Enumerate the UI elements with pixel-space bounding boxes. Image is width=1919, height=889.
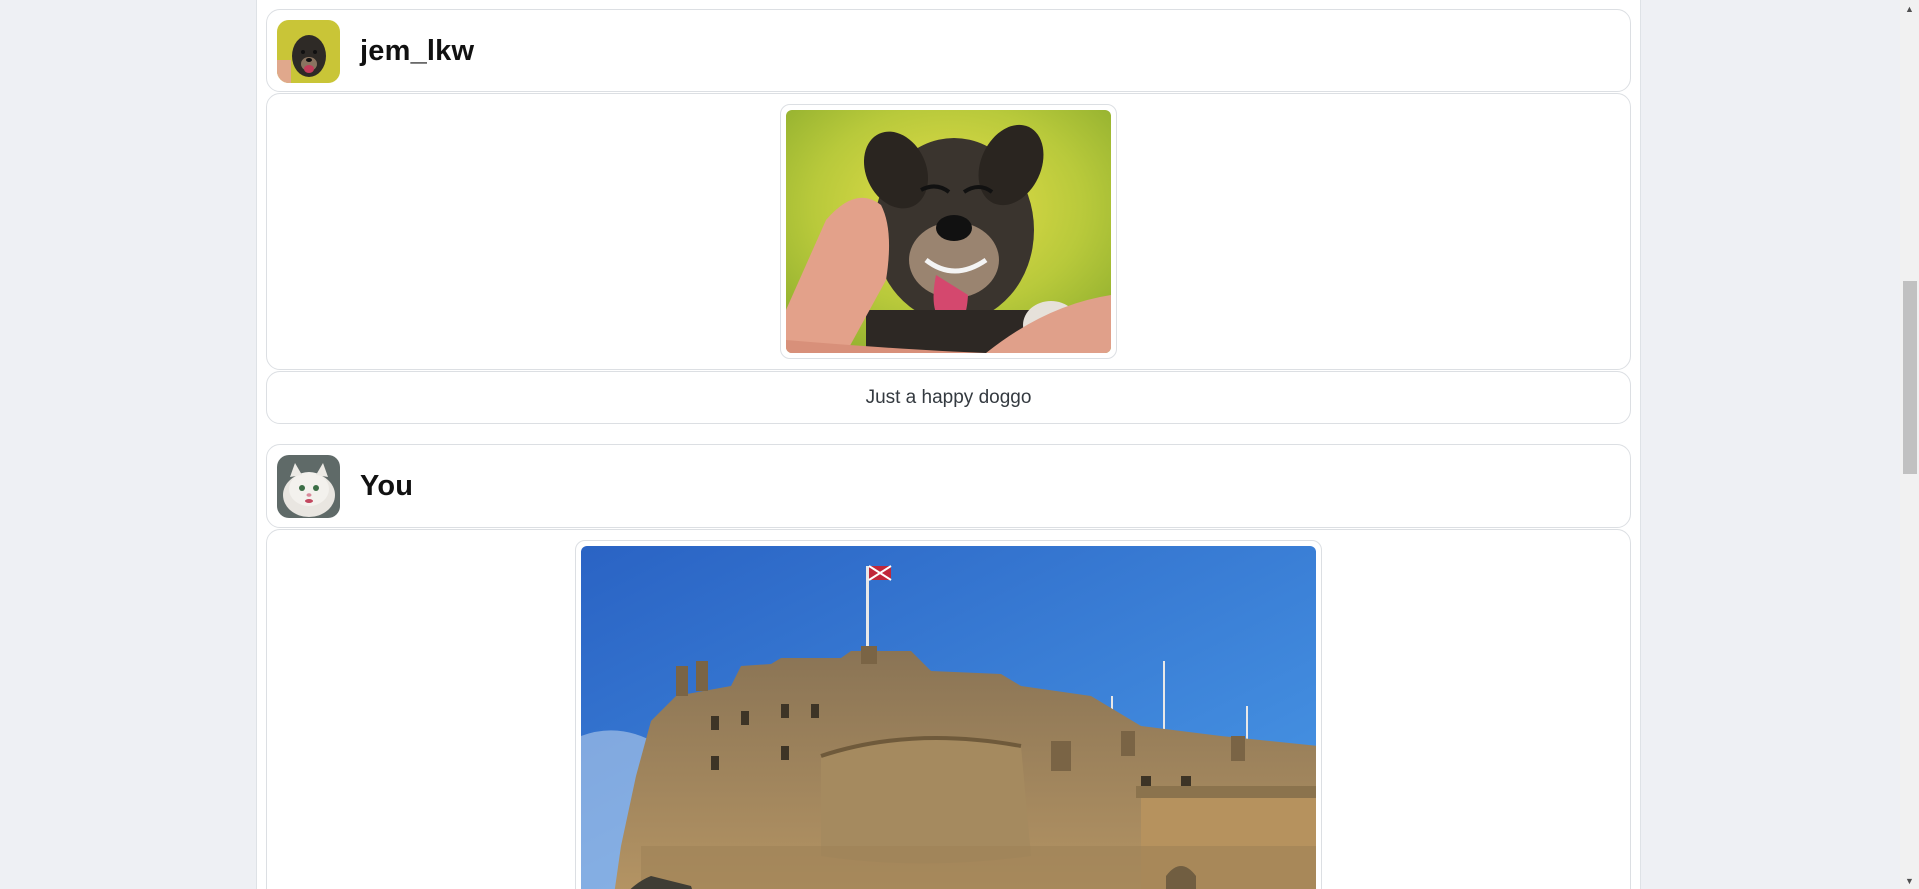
post-caption-card: Just a happy doggo <box>266 371 1631 424</box>
app-viewport: jem_lkw Just a happy doggo You ▲ ▼ <box>0 0 1919 889</box>
post-image-card <box>266 93 1631 370</box>
post-username[interactable]: You <box>360 445 413 527</box>
post-header: You <box>266 444 1631 528</box>
happy-dog-photo[interactable] <box>786 110 1111 353</box>
post-image-frame <box>780 104 1117 359</box>
post-header: jem_lkw <box>266 9 1631 92</box>
page-scrollbar[interactable]: ▲ ▼ <box>1900 0 1919 889</box>
castle-photo[interactable] <box>581 546 1316 889</box>
scroll-down-arrow-icon[interactable]: ▼ <box>1900 872 1919 889</box>
post-image-frame <box>575 540 1322 889</box>
post-image-card <box>266 529 1631 889</box>
post-caption: Just a happy doggo <box>865 386 1032 408</box>
post-username[interactable]: jem_lkw <box>360 10 474 92</box>
scrollbar-thumb[interactable] <box>1903 281 1917 474</box>
dog-avatar-icon[interactable] <box>277 20 340 83</box>
scroll-up-arrow-icon[interactable]: ▲ <box>1900 0 1919 17</box>
cat-avatar-icon[interactable] <box>277 455 340 518</box>
